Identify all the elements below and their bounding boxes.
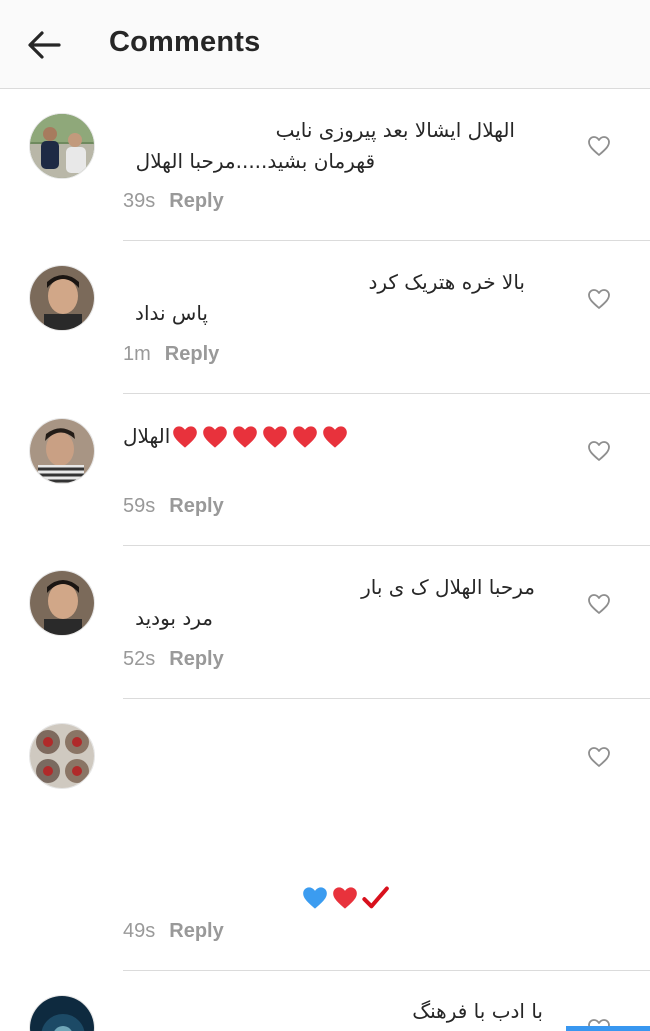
heart-red-icon (233, 425, 258, 448)
heart-red-icon (333, 887, 357, 909)
comment-line: مرد بودید (135, 606, 213, 630)
heart-red-icon (173, 425, 198, 448)
comment-text: الهلال (123, 421, 383, 452)
comment-line: الهلال (123, 421, 383, 452)
avatar[interactable] (29, 995, 95, 1031)
comment-list: الهلال ایشالا بعد پیروزی نایب قهرمان بشی… (0, 89, 650, 1031)
comment-text (300, 885, 400, 911)
comment-line: الهلال ایشالا بعد پیروزی نایب (275, 118, 515, 142)
comment-text: با ادب با فرهنگ (123, 996, 543, 1027)
comment-meta: 39s Reply (123, 190, 224, 213)
comment-item: الهلال ایشالا بعد پیروزی نایب قهرمان بشی… (0, 89, 650, 241)
comment-item: الهلال 59s Reply (0, 394, 650, 546)
reply-button[interactable]: Reply (169, 495, 223, 517)
comment-word: الهلال (123, 424, 171, 448)
comment-line: پاس نداد (135, 301, 208, 325)
avatar[interactable] (29, 570, 95, 636)
heart-red-icon (203, 425, 228, 448)
heart-red-icon (263, 425, 288, 448)
heart-outline-icon (588, 594, 610, 614)
comment-meta: 59s Reply (123, 495, 224, 518)
back-button[interactable] (18, 22, 70, 68)
like-button[interactable] (586, 287, 612, 311)
like-button[interactable] (586, 439, 612, 463)
comment-text: مرحبا الهلال ک ی بار مرد بودید (123, 572, 543, 634)
comment-item: 49s Reply (0, 699, 650, 971)
heart-outline-icon (588, 289, 610, 309)
like-button[interactable] (586, 592, 612, 616)
avatar[interactable] (29, 723, 95, 789)
heart-outline-icon (588, 441, 610, 461)
timestamp: 52s (123, 648, 156, 670)
like-button[interactable] (586, 745, 612, 769)
comment-text: بالا خره هتریک کرد پاس نداد (123, 267, 543, 329)
scroll-indicator (566, 1026, 650, 1031)
comment-meta: 1m Reply (123, 343, 219, 366)
reply-button[interactable]: Reply (169, 920, 223, 942)
timestamp: 1m (123, 343, 151, 365)
comment-item: با ادب با فرهنگ (0, 971, 650, 1031)
comment-item: مرحبا الهلال ک ی بار مرد بودید 52s Reply (0, 546, 650, 699)
emoji-line (300, 885, 400, 911)
heart-outline-icon (588, 136, 610, 156)
reply-button[interactable]: Reply (169, 648, 223, 670)
comment-line: مرحبا الهلال ک ی بار (361, 575, 535, 599)
heart-red-icon (293, 425, 318, 448)
heart-outline-icon (588, 747, 610, 767)
timestamp: 49s (123, 920, 156, 942)
timestamp: 59s (123, 495, 156, 517)
comment-meta: 52s Reply (123, 648, 224, 671)
red-heart-emojis (170, 424, 350, 450)
comment-item: بالا خره هتریک کرد پاس نداد 1m Reply (0, 241, 650, 394)
timestamp: 39s (123, 190, 156, 212)
avatar[interactable] (29, 418, 95, 484)
comment-text: الهلال ایشالا بعد پیروزی نایب قهرمان بشی… (123, 115, 543, 177)
comment-line: با ادب با فرهنگ (412, 999, 543, 1023)
check-mark-icon (362, 886, 389, 909)
arrow-left-icon (28, 31, 61, 59)
like-button[interactable] (586, 134, 612, 158)
reply-button[interactable]: Reply (165, 343, 219, 365)
avatar[interactable] (29, 113, 95, 179)
reply-button[interactable]: Reply (169, 190, 223, 212)
comment-line: بالا خره هتریک کرد (368, 270, 525, 294)
top-bar: Comments (0, 0, 650, 89)
heart-blue-icon (303, 887, 327, 909)
avatar[interactable] (29, 265, 95, 331)
heart-red-icon (323, 425, 348, 448)
comment-line: قهرمان بشید.....مرحبا الهلال (135, 149, 375, 173)
comment-meta: 49s Reply (123, 920, 224, 943)
page-title: Comments (109, 26, 261, 58)
